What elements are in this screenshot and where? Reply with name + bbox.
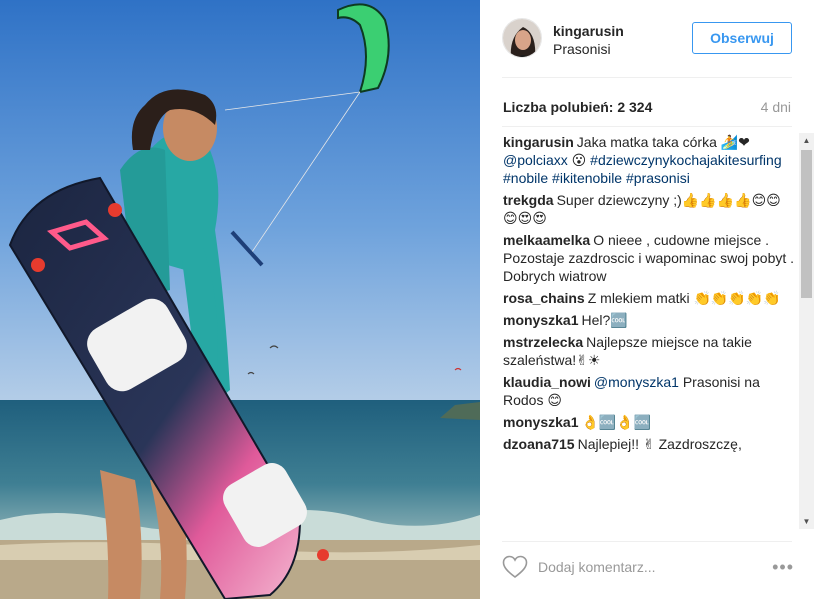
comment-tag-link[interactable]: #nobile [503, 170, 548, 186]
scroll-down-arrow[interactable]: ▼ [799, 514, 814, 529]
comment-footer: ••• [502, 552, 794, 582]
comment-tag-link[interactable]: #dziewczynykochajakitesurfing [590, 152, 781, 168]
comment-item: klaudia_nowi @monyszka1 Prasonisi na Rodo… [503, 373, 795, 409]
comment-input[interactable] [538, 556, 748, 578]
heart-icon[interactable] [502, 555, 528, 579]
comment-tag-link[interactable]: #prasonisi [626, 170, 690, 186]
comments-scrollbar[interactable]: ▲ ▼ [799, 133, 814, 529]
comment-item: mstrzelecka Najlepsze miejsce na takie sz… [503, 333, 795, 369]
comment-text: 👌🆒👌🆒 [581, 414, 652, 430]
comment-author[interactable]: klaudia_nowi [503, 374, 591, 390]
comment-item: melkaamelka O nieee , cudowne miejsce . P… [503, 231, 795, 285]
comment-tag-link[interactable]: @polciaxx [503, 152, 568, 168]
comment-author[interactable]: rosa_chains [503, 290, 585, 306]
comment-text: 😮 [567, 152, 591, 168]
comments-list[interactable]: kingarusin Jaka matka taka córka 🏄❤ @polc… [503, 133, 795, 529]
post-side-panel: kingarusin Prasonisi Obserwuj Liczba pol… [481, 0, 814, 599]
avatar[interactable] [502, 18, 542, 58]
divider [502, 541, 792, 542]
comment-text: Najlepiej!! ✌ Zazdroszczę, [577, 436, 742, 452]
comment-text: Z mlekiem matki 👏👏👏👏👏 [587, 290, 781, 306]
more-options-icon[interactable]: ••• [772, 558, 794, 576]
comment-tag-link[interactable]: @monyszka1 [594, 374, 679, 390]
post-age[interactable]: 4 dni [761, 99, 791, 115]
comment-author[interactable]: monyszka1 [503, 312, 578, 328]
likes-number: 2 324 [617, 99, 653, 115]
comment-text: Jaka matka taka córka 🏄❤ [576, 134, 750, 150]
post-photo[interactable] [0, 0, 480, 599]
scroll-up-arrow[interactable]: ▲ [799, 133, 814, 148]
follow-button[interactable]: Obserwuj [692, 22, 792, 54]
comment-author[interactable]: monyszka1 [503, 414, 578, 430]
comment-item: monyszka1 👌🆒👌🆒 [503, 413, 795, 431]
photo-image [0, 0, 480, 599]
comment-item: trekgda Super dziewczyny ;)👍👍👍👍😊😊😊😍😍 [503, 191, 795, 227]
comment-author[interactable]: dzoana715 [503, 436, 575, 452]
location-link[interactable]: Prasonisi [553, 41, 611, 57]
comment-author[interactable]: trekgda [503, 192, 554, 208]
comment-item: rosa_chains Z mlekiem matki 👏👏👏👏👏 [503, 289, 795, 307]
comment-item: dzoana715 Najlepiej!! ✌ Zazdroszczę, [503, 435, 795, 453]
likes-label: Liczba polubień: [503, 99, 614, 115]
comment-item: kingarusin Jaka matka taka córka 🏄❤ @polc… [503, 133, 795, 187]
scroll-thumb[interactable] [801, 150, 812, 298]
username[interactable]: kingarusin [553, 23, 624, 39]
divider [502, 126, 792, 127]
likes-count[interactable]: Liczba polubień: 2 324 [503, 99, 652, 115]
comment-tag-link[interactable]: #ikitenobile [552, 170, 622, 186]
comment-author[interactable]: kingarusin [503, 134, 574, 150]
comment-item: monyszka1 Hel?🆒 [503, 311, 795, 329]
comment-author[interactable]: melkaamelka [503, 232, 590, 248]
divider [502, 77, 792, 78]
comment-text: Hel?🆒 [581, 312, 628, 328]
post-header: kingarusin Prasonisi Obserwuj [502, 18, 792, 60]
comment-author[interactable]: mstrzelecka [503, 334, 583, 350]
